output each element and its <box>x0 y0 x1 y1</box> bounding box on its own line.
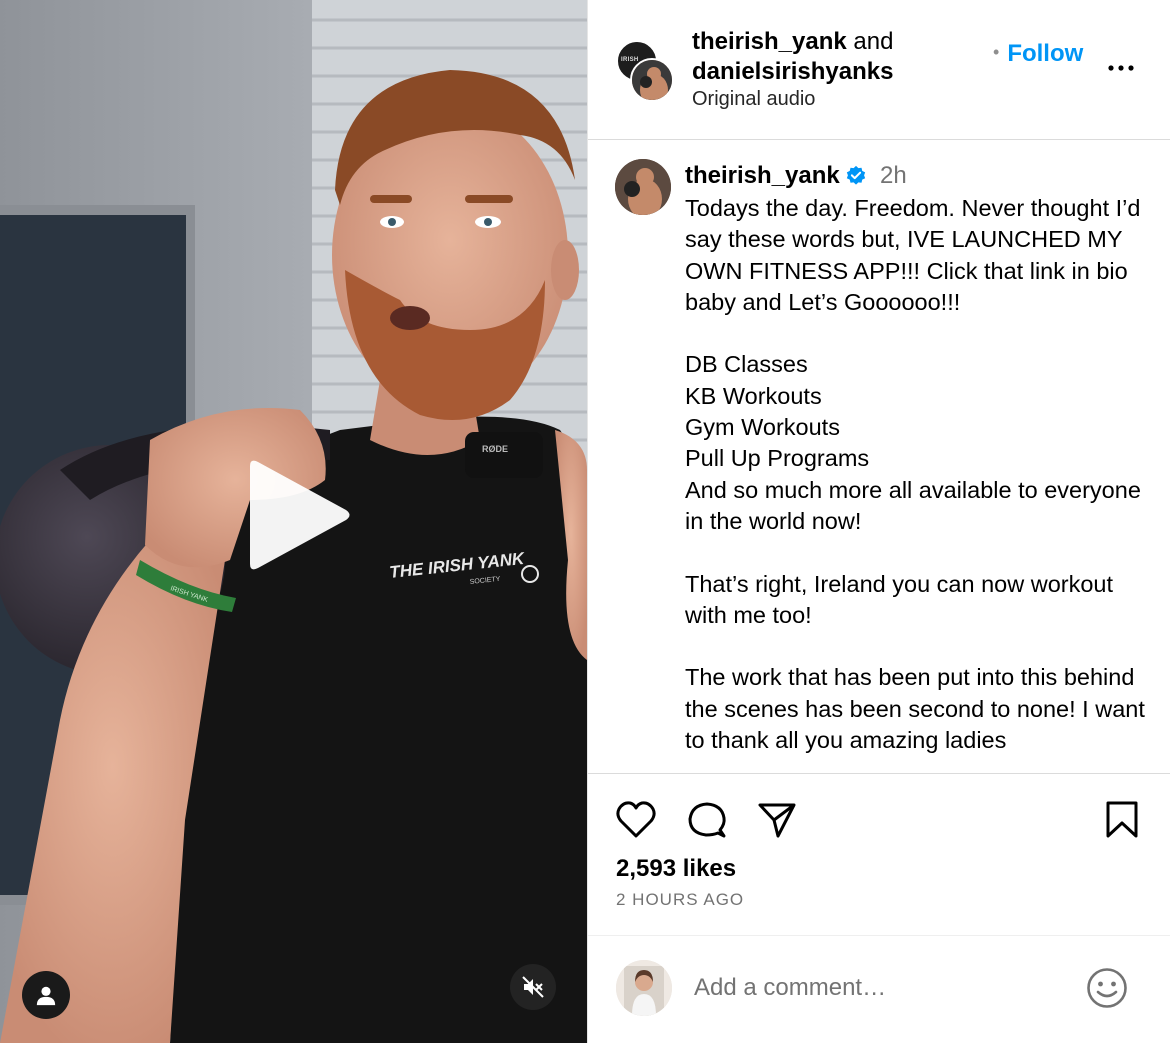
play-icon <box>250 460 350 570</box>
comment-button[interactable] <box>686 800 728 840</box>
caption-avatar[interactable] <box>615 159 671 215</box>
svg-text:RØDE: RØDE <box>482 444 508 454</box>
reel-video[interactable]: IRISH YANK RØDE THE IRISH YANK SOCIETY <box>0 0 587 1043</box>
mute-button[interactable] <box>510 964 556 1010</box>
verified-badge-icon <box>846 165 866 185</box>
divider <box>588 935 1170 936</box>
emoji-icon <box>1087 968 1127 1008</box>
more-icon <box>1108 65 1134 71</box>
current-user-avatar <box>616 960 672 1016</box>
caption-username[interactable]: theirish_yank <box>685 162 840 190</box>
username-link-1[interactable]: theirish_yank <box>692 28 847 55</box>
heart-icon <box>616 801 656 838</box>
tagged-users-button[interactable] <box>22 971 70 1019</box>
user-icon <box>36 986 56 1006</box>
more-options-button[interactable] <box>1105 58 1137 78</box>
caption-section: theirish_yank 2h Todays the day. Freedom… <box>588 141 1170 773</box>
follow-button[interactable]: • Follow <box>993 40 1083 68</box>
likes-count[interactable]: 2,593 likes <box>616 855 736 883</box>
comment-input[interactable] <box>694 970 1074 1006</box>
emoji-button[interactable] <box>1085 966 1129 1010</box>
speaker-muted-icon <box>522 976 544 998</box>
post-time[interactable]: 2h <box>880 162 907 190</box>
save-button[interactable] <box>1104 800 1140 840</box>
collab-avatars[interactable]: IRISH <box>616 40 676 102</box>
audio-link[interactable]: Original audio <box>692 88 815 111</box>
collab-names: theirish_yank and danielsirishyanks <box>692 27 893 87</box>
post-timestamp: 2 HOURS AGO <box>616 890 745 909</box>
conjunction-text: and <box>846 28 894 55</box>
username-link-2[interactable]: danielsirishyanks <box>692 57 893 87</box>
bookmark-icon <box>1106 801 1138 838</box>
avatar-theirish-yank[interactable] <box>630 58 674 102</box>
caption-text: Todays the day. Freedom. Never thought I… <box>685 195 1145 754</box>
comment-icon <box>688 802 726 838</box>
post-header: IRISH theirish_yank and danielsirishyank… <box>588 0 1170 140</box>
follow-label: Follow <box>1007 40 1084 67</box>
separator-dot: • <box>993 42 1000 62</box>
share-icon <box>758 803 796 838</box>
play-button[interactable] <box>228 452 358 582</box>
post-panel: IRISH theirish_yank and danielsirishyank… <box>587 0 1170 1043</box>
divider <box>588 773 1170 774</box>
like-button[interactable] <box>615 800 657 840</box>
share-button[interactable] <box>756 800 798 840</box>
